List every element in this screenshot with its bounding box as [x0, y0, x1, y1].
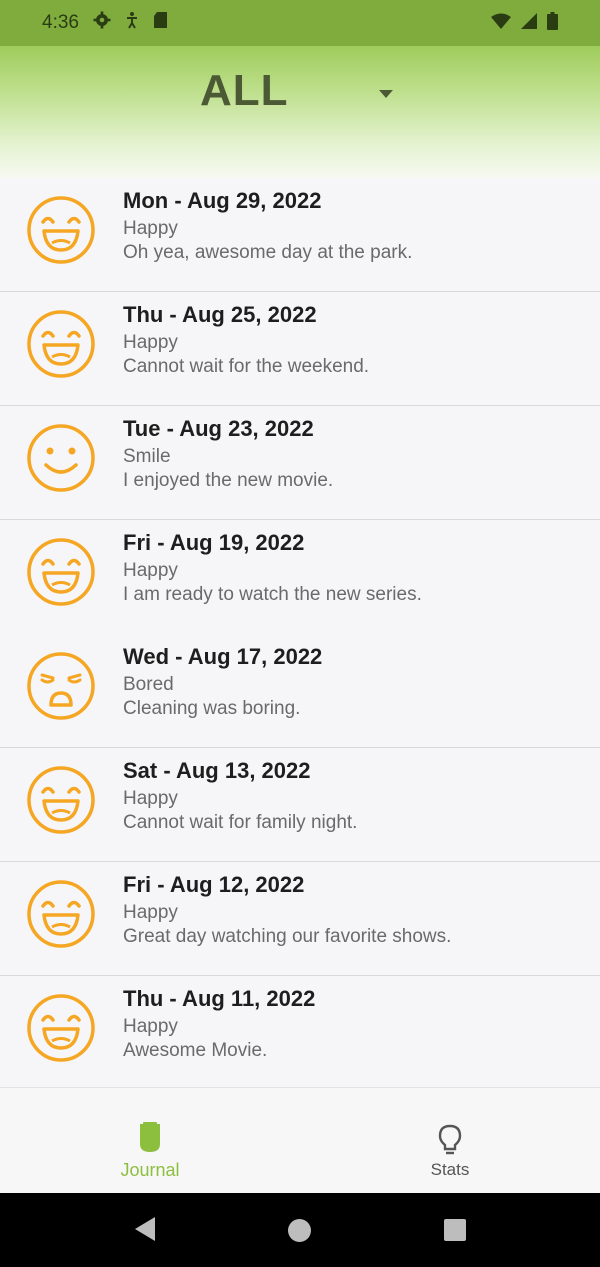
- happy-face-icon: [27, 766, 95, 834]
- entry-note: I enjoyed the new movie.: [123, 470, 334, 491]
- home-icon[interactable]: [288, 1219, 311, 1242]
- status-bar: 4:36: [0, 0, 600, 46]
- entry-mood: Happy: [123, 218, 178, 239]
- entry-note: I am ready to watch the new series.: [123, 584, 422, 605]
- entry-note: Cleaning was boring.: [123, 698, 301, 719]
- journal-entry[interactable]: Sat - Aug 13, 2022 Happy Cannot wait for…: [0, 748, 600, 862]
- recents-icon[interactable]: [444, 1219, 466, 1241]
- filter-label: ALL: [200, 66, 289, 115]
- nav-stats[interactable]: Stats: [300, 1088, 600, 1194]
- status-right: [491, 11, 558, 35]
- nav-journal[interactable]: Journal: [0, 1088, 300, 1194]
- bored-face-icon: [27, 652, 95, 720]
- entry-date: Mon - Aug 29, 2022: [123, 188, 322, 213]
- journal-list: Mon - Aug 29, 2022 Happy Oh yea, awesome…: [0, 178, 600, 1090]
- entry-note: Cannot wait for family night.: [123, 812, 358, 833]
- back-icon[interactable]: [133, 1216, 157, 1242]
- journal-entry[interactable]: Tue - Aug 23, 2022 Smile I enjoyed the n…: [0, 406, 600, 520]
- entry-mood: Happy: [123, 332, 178, 353]
- entry-date: Thu - Aug 25, 2022: [123, 302, 317, 327]
- entry-note: Oh yea, awesome day at the park.: [123, 242, 413, 263]
- journal-entry[interactable]: Mon - Aug 29, 2022 Happy Oh yea, awesome…: [0, 178, 600, 292]
- status-left: 4:36: [42, 11, 168, 35]
- entry-date: Tue - Aug 23, 2022: [123, 416, 314, 441]
- wifi-icon: [491, 13, 511, 34]
- journal-icon: [140, 1122, 160, 1152]
- entry-date: Thu - Aug 11, 2022: [123, 986, 316, 1011]
- entry-mood: Happy: [123, 902, 178, 923]
- app-header: ALL: [0, 46, 600, 180]
- entry-note: Great day watching our favorite shows.: [123, 926, 452, 947]
- entry-note: Awesome Movie.: [123, 1040, 268, 1061]
- smile-face-icon: [27, 424, 95, 492]
- settings-icon: [93, 11, 111, 35]
- accessibility-icon: [125, 11, 139, 35]
- happy-face-icon: [27, 310, 95, 378]
- entry-date: Wed - Aug 17, 2022: [123, 644, 323, 669]
- signal-icon: [521, 12, 537, 34]
- happy-face-icon: [27, 880, 95, 948]
- entry-date: Fri - Aug 19, 2022: [123, 530, 305, 555]
- happy-face-icon: [27, 538, 95, 606]
- entry-date: Fri - Aug 12, 2022: [123, 872, 305, 897]
- lightbulb-icon: [438, 1124, 462, 1155]
- sd-card-icon: [153, 11, 168, 35]
- journal-entry[interactable]: Thu - Aug 25, 2022 Happy Cannot wait for…: [0, 292, 600, 406]
- journal-entry[interactable]: Thu - Aug 11, 2022 Happy Awesome Movie.: [0, 976, 600, 1090]
- entry-mood: Happy: [123, 788, 178, 809]
- entry-mood: Happy: [123, 560, 178, 581]
- entry-note: Cannot wait for the weekend.: [123, 356, 370, 377]
- filter-dropdown[interactable]: ALL: [200, 66, 393, 116]
- journal-entry[interactable]: Wed - Aug 17, 2022 Bored Cleaning was bo…: [0, 634, 600, 748]
- happy-face-icon: [27, 994, 95, 1062]
- journal-entry[interactable]: Fri - Aug 19, 2022 Happy I am ready to w…: [0, 520, 600, 634]
- bottom-navigation: Journal Stats: [0, 1087, 600, 1194]
- happy-face-icon: [27, 196, 95, 264]
- dropdown-arrow-icon: [378, 90, 393, 98]
- system-nav-bar: [0, 1193, 600, 1267]
- battery-icon: [547, 11, 558, 35]
- entry-mood: Bored: [123, 674, 174, 695]
- nav-journal-label: Journal: [120, 1160, 180, 1180]
- entry-date: Sat - Aug 13, 2022: [123, 758, 311, 783]
- entry-mood: Happy: [123, 1016, 178, 1037]
- journal-entry[interactable]: Fri - Aug 12, 2022 Happy Great day watch…: [0, 862, 600, 976]
- entry-mood: Smile: [123, 446, 171, 467]
- nav-stats-label: Stats: [430, 1160, 470, 1179]
- status-time: 4:36: [42, 12, 79, 33]
